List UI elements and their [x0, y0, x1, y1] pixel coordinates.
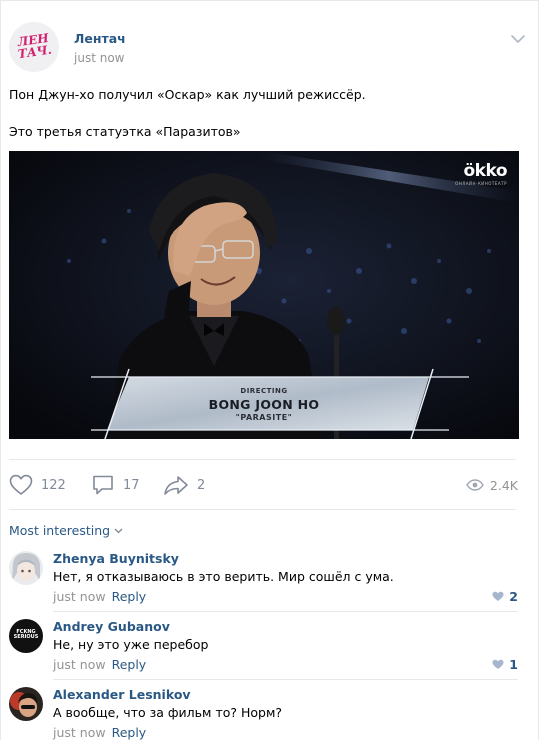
comment-author[interactable]: Alexander Lesnikov — [53, 687, 191, 702]
comment-item: Zhenya Buynitsky Нет, я отказываюсь в эт… — [9, 551, 518, 621]
comment-likes-count: 2 — [509, 589, 518, 604]
group-avatar[interactable]: ЛЕН ТАЧ. — [9, 22, 59, 72]
post-actions: 122 17 2 2.4K — [9, 470, 518, 500]
comments-count: 17 — [123, 477, 140, 493]
post-header: ЛЕН ТАЧ. Лентач just now — [9, 22, 530, 76]
divider — [53, 679, 518, 680]
reply-button[interactable]: Reply — [112, 657, 147, 672]
reply-button[interactable]: Reply — [112, 725, 147, 740]
comments-sort-label: Most interesting — [9, 523, 111, 538]
post-text-line: Это третья статуэтка «Паразитов» — [9, 124, 241, 139]
comment-like-button[interactable]: 2 — [492, 589, 518, 604]
comment-time[interactable]: just now — [53, 657, 106, 672]
shares-count: 2 — [197, 477, 206, 493]
comment-text: А вообще, что за фильм то? Норм? — [53, 705, 283, 720]
group-logo: ЛЕН ТАЧ. — [13, 30, 56, 62]
reply-button[interactable]: Reply — [112, 589, 147, 604]
post-text-line: Пон Джун-хо получил «Оскар» как лучший р… — [9, 87, 366, 102]
comment-author[interactable]: Andrey Gubanov — [53, 619, 170, 634]
group-logo-text: ЛЕН ТАЧ. — [16, 30, 53, 62]
comment-like-button[interactable]: 1 — [492, 657, 518, 672]
heart-icon — [9, 474, 33, 495]
post-video[interactable]: ökko ОНЛАЙН-КИНОТЕАТР DIRECTING BONG JOO… — [9, 151, 519, 439]
comments-sort-dropdown[interactable]: Most interesting — [9, 523, 123, 538]
okko-watermark: ökko — [463, 161, 507, 181]
comment-time[interactable]: just now — [53, 589, 106, 604]
post-time[interactable]: just now — [74, 51, 124, 65]
chevron-down-icon[interactable] — [510, 34, 526, 44]
views-count: 2.4K — [489, 477, 518, 493]
video-frame — [9, 151, 519, 439]
comment-meta: just now Reply — [53, 657, 146, 672]
comment-item: Alexander Lesnikov А вообще, что за филь… — [9, 687, 518, 740]
comment-likes-count: 1 — [509, 657, 518, 672]
avatar-image — [9, 687, 43, 721]
comment-text: Нет, я отказываюсь в это верить. Мир сош… — [53, 569, 394, 584]
divider — [9, 459, 516, 460]
share-button[interactable]: 2 — [163, 470, 205, 500]
heart-icon — [492, 591, 504, 601]
post-text: Пон Джун-хо получил «Оскар» как лучший р… — [9, 86, 522, 141]
share-icon — [164, 476, 188, 495]
chevron-down-icon — [114, 528, 123, 533]
group-name-link[interactable]: Лентач — [74, 31, 126, 46]
comment-author[interactable]: Zhenya Buynitsky — [53, 551, 179, 566]
heart-icon — [492, 659, 504, 669]
divider — [9, 509, 516, 510]
divider — [53, 611, 518, 612]
comment-button[interactable]: 17 — [91, 470, 140, 500]
likes-count: 122 — [41, 477, 66, 493]
like-button[interactable]: 122 — [9, 470, 66, 500]
comment-avatar[interactable]: FCKNG SERIOUS — [9, 619, 43, 653]
comment-avatar[interactable] — [9, 687, 43, 721]
avatar-image — [9, 551, 43, 585]
comment-icon — [93, 475, 113, 495]
comment-meta: just now Reply — [53, 589, 146, 604]
comment-item: FCKNG SERIOUS Andrey Gubanov Не, ну это … — [9, 619, 518, 689]
comment-avatar[interactable] — [9, 551, 43, 585]
post-card: ЛЕН ТАЧ. Лентач just now Пон Джун-хо пол… — [0, 0, 539, 740]
comment-meta: just now Reply — [53, 725, 146, 740]
views-counter: 2.4K — [466, 470, 518, 500]
comment-time[interactable]: just now — [53, 725, 106, 740]
eye-icon — [466, 479, 484, 491]
comment-text: Не, ну это уже перебор — [53, 637, 209, 652]
avatar-text: FCKNG SERIOUS — [13, 629, 39, 640]
avatar-image: FCKNG SERIOUS — [9, 619, 43, 653]
okko-watermark-subtitle: ОНЛАЙН-КИНОТЕАТР — [455, 181, 507, 186]
